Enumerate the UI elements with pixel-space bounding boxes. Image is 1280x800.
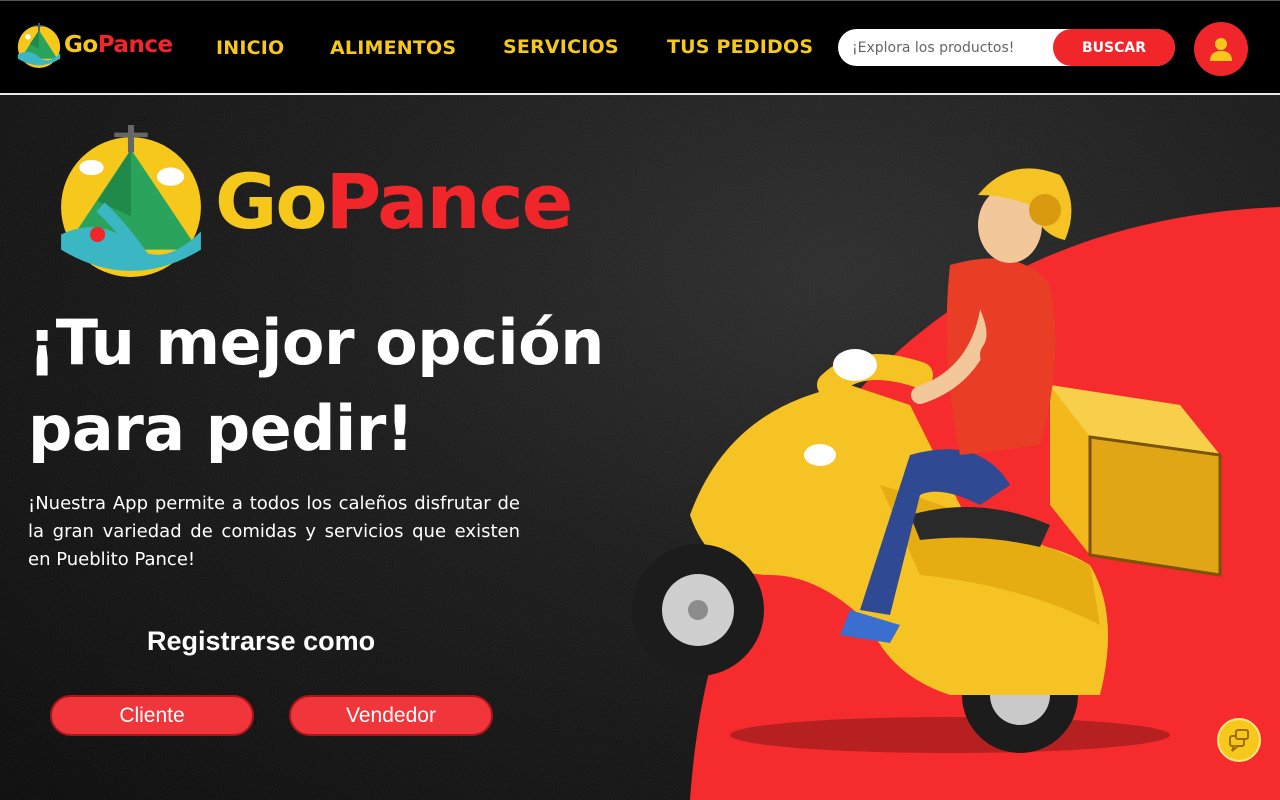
headline-line-1: ¡Tu mejor opción <box>28 306 604 379</box>
nav-tus-pedidos[interactable]: TUS PEDIDOS <box>667 36 813 58</box>
gopance-logo-icon <box>61 125 201 277</box>
headline-line-2: para pedir! <box>28 392 414 465</box>
register-label: Registrarse como <box>147 626 376 656</box>
nav-servicios[interactable]: SERVICIOS <box>503 36 619 58</box>
search-input[interactable] <box>852 33 1050 62</box>
brand-name: GoPance <box>64 32 173 58</box>
hero-description: ¡Nuestra App permite a todos los caleños… <box>28 493 520 570</box>
nav-alimentos[interactable]: ALIMENTOS <box>330 37 456 59</box>
nav-inicio[interactable]: INICIO <box>216 37 284 59</box>
user-icon <box>1210 38 1232 61</box>
hero-brand: GoPance <box>55 121 573 281</box>
register-seller-button[interactable]: Vendedor <box>289 695 493 736</box>
hero-section: GoPance ¡Tu mejor opción para pedir! ¡Nu… <box>0 95 1280 800</box>
delivery-scooter-icon <box>632 168 1222 753</box>
chat-icon <box>1229 729 1249 752</box>
hero-headline: ¡Tu mejor opción para pedir! <box>28 300 668 472</box>
chat-button[interactable] <box>1217 718 1261 762</box>
gopance-logo-icon <box>17 22 61 68</box>
brand-link[interactable]: GoPance <box>16 21 173 69</box>
hero-brand-name: GoPance <box>215 156 573 246</box>
search-bar: BUSCAR <box>838 29 1175 66</box>
search-button[interactable]: BUSCAR <box>1053 29 1175 66</box>
user-account-button[interactable] <box>1194 22 1248 76</box>
top-navbar: GoPance INICIO ALIMENTOS SERVICIOS TUS P… <box>0 0 1280 95</box>
register-client-button[interactable]: Cliente <box>50 695 254 736</box>
